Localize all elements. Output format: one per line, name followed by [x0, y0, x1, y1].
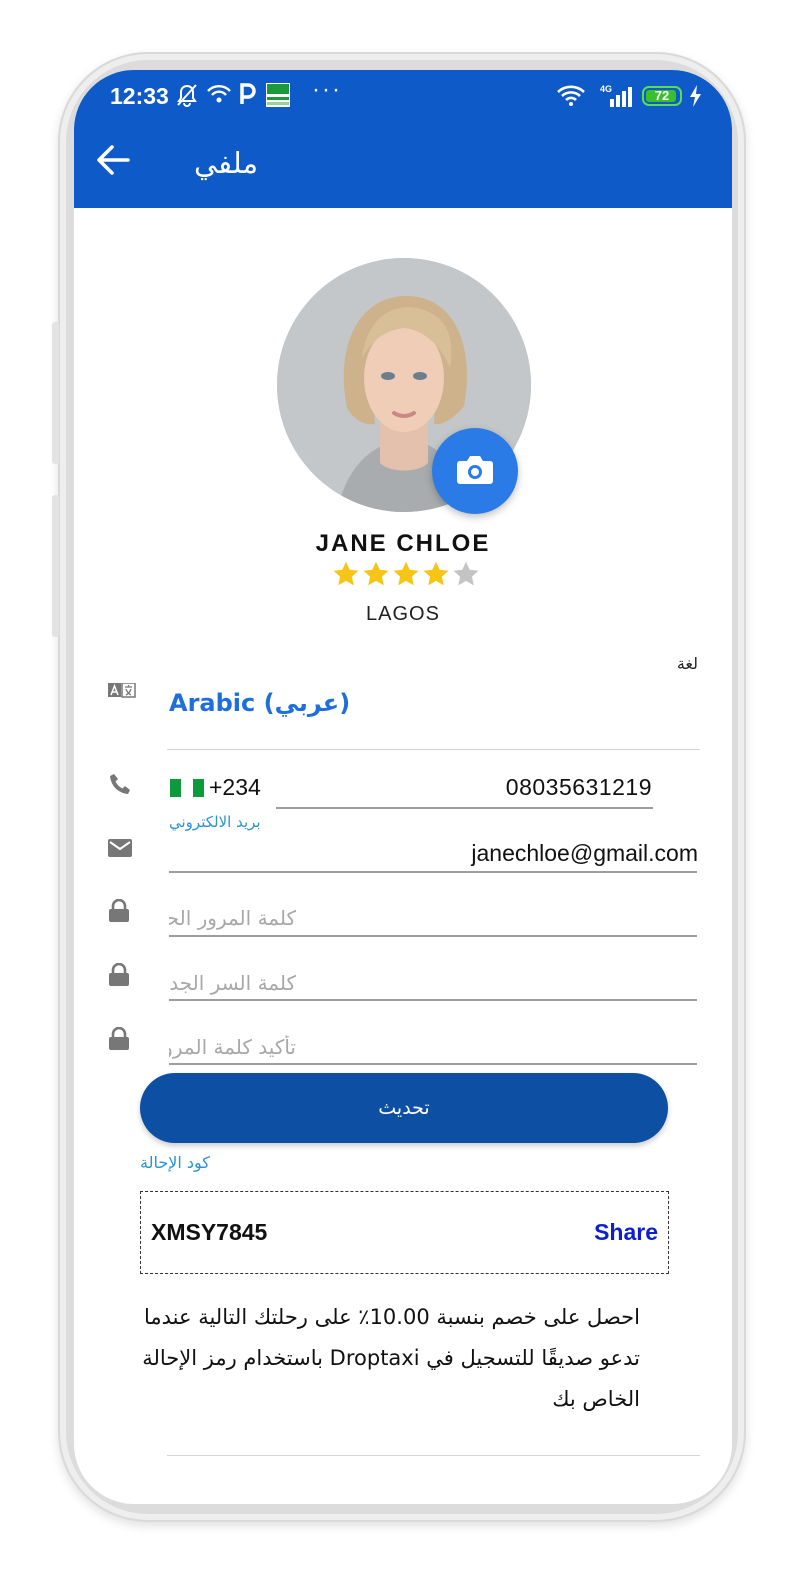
star-empty-icon: [453, 561, 479, 586]
mail-icon: [108, 839, 132, 857]
back-arrow-icon[interactable]: [96, 144, 130, 176]
app-bar: 12:33 ··· 4G 72 ملفي: [74, 70, 732, 208]
profile-name: JANE CHLOE: [315, 530, 491, 557]
lock-icon: [109, 899, 129, 922]
divider: [167, 1455, 700, 1456]
more-dots-icon: ···: [312, 76, 342, 103]
signal-4g-icon: 4G: [600, 84, 632, 107]
confirm-password-underline: [169, 1063, 697, 1065]
new-password-underline: [169, 999, 697, 1001]
status-bar: 12:33 ··· 4G 72: [74, 70, 732, 122]
referral-description: احصل على خصم بنسبة 10.00٪ على رحلتك التا…: [142, 1305, 640, 1411]
update-button[interactable]: تحديث: [140, 1073, 668, 1143]
referral-code: XMSY7845: [151, 1219, 268, 1245]
referral-code-label: كود الإحالة: [140, 1153, 210, 1172]
translate-icon: [108, 683, 136, 698]
wifi-call-icon: [207, 85, 231, 103]
star-filled-icon: [423, 561, 449, 586]
language-selector[interactable]: Arabic (عربي): [169, 689, 350, 717]
email-label: بريد الالكتروني: [169, 813, 261, 831]
divider: [167, 749, 700, 750]
status-time: 12:33: [110, 83, 169, 109]
phone-number-field[interactable]: 08035631219: [506, 774, 652, 801]
page-title: ملفي: [194, 146, 258, 180]
power-button: [52, 495, 59, 637]
phone-underline: [276, 807, 653, 809]
parking-icon: [240, 83, 256, 104]
volume-button: [52, 322, 59, 464]
phone-screen: 12:33 ··· 4G 72 ملفي JANE CHLOE LAGOS لغ…: [74, 70, 732, 1504]
country-code[interactable]: +234: [209, 774, 261, 801]
language-label: لغة: [676, 654, 698, 673]
network-type-text: 4G: [600, 84, 612, 94]
star-filled-icon: [363, 561, 389, 586]
nigeria-flag-icon[interactable]: [170, 779, 204, 797]
lock-icon: [109, 1027, 129, 1050]
new-password-field[interactable]: [169, 965, 697, 1001]
current-password-field[interactable]: [169, 900, 697, 936]
email-underline: [169, 871, 697, 873]
app-badge-icon: [266, 83, 290, 107]
referral-code-box: XMSY7845 Share: [140, 1191, 669, 1274]
lock-icon: [109, 963, 129, 986]
confirm-password-field[interactable]: [169, 1029, 697, 1065]
phone-icon: [110, 774, 130, 794]
rating-stars: [332, 560, 480, 588]
wifi-icon: [557, 85, 585, 106]
current-password-underline: [169, 935, 697, 937]
email-field[interactable]: janechloe@gmail.com: [471, 840, 698, 867]
share-button[interactable]: Share: [594, 1219, 658, 1246]
profile-city: LAGOS: [366, 603, 440, 625]
star-filled-icon: [393, 561, 419, 586]
battery-level: 72: [654, 88, 670, 103]
change-photo-button[interactable]: [432, 428, 518, 514]
bell-off-icon: [177, 84, 197, 107]
battery-icon: 72: [642, 86, 682, 106]
charging-icon: [690, 85, 701, 107]
camera-icon: [457, 456, 493, 484]
star-filled-icon: [333, 561, 359, 586]
